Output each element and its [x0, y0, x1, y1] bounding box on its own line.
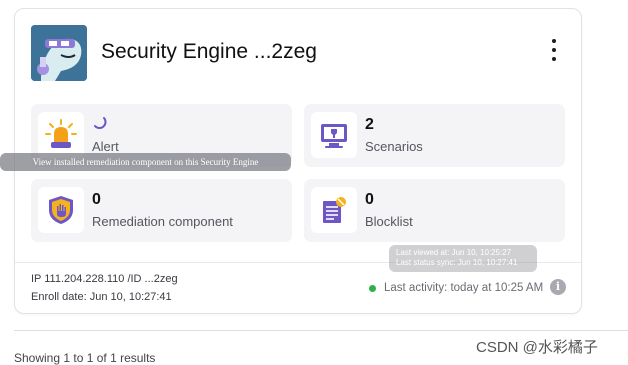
- watermark-text: CSDN @水彩橘子: [476, 339, 598, 356]
- remediation-tooltip: View installed remediation component on …: [0, 153, 291, 171]
- alert-count: [92, 116, 108, 135]
- card-header: Security Engine ...2zeg: [31, 25, 561, 81]
- last-activity-text: Last activity: today at 10:25 AM: [384, 282, 544, 294]
- alarm-siren-icon: [38, 112, 84, 158]
- blocklist-count: 0: [365, 191, 374, 208]
- last-viewed-text: Last viewed at: Jun 10, 10:25:27: [396, 248, 512, 257]
- info-icon[interactable]: i: [550, 279, 566, 295]
- scenarios-count: 2: [365, 116, 374, 133]
- last-activity-status: Last activity: today at 10:25 AM: [369, 282, 543, 294]
- loading-spinner-icon: [94, 117, 107, 129]
- last-status-sync-text: Last status sync: Jun 10, 10:27:41: [396, 258, 518, 267]
- activity-tooltip: Last viewed at: Jun 10, 10:25:27 Last st…: [389, 245, 537, 272]
- engine-enroll-date: Enroll date: Jun 10, 10:27:41: [31, 291, 172, 303]
- remediation-label: Remediation component: [92, 214, 233, 229]
- engine-ip-id: IP 111.204.228.110 /ID ...2zeg: [31, 273, 178, 285]
- scenarios-label: Scenarios: [365, 139, 423, 154]
- blocklist-label: Blocklist: [365, 214, 413, 229]
- alert-label: Alert: [92, 139, 119, 154]
- page-divider: [14, 330, 628, 331]
- remediation-tile[interactable]: 0 Remediation component: [31, 179, 292, 242]
- scenarios-tile[interactable]: 2 Scenarios: [304, 104, 565, 167]
- scenario-monitor-icon: [311, 112, 357, 158]
- engine-title: Security Engine ...2zeg: [101, 40, 317, 63]
- engine-avatar: [31, 25, 87, 81]
- blocklist-document-icon: [311, 187, 357, 233]
- shield-hand-icon: [38, 187, 84, 233]
- remediation-count: 0: [92, 191, 101, 208]
- status-dot-icon: [369, 284, 376, 292]
- more-options-menu-icon[interactable]: [547, 35, 561, 65]
- blocklist-tile[interactable]: 0 Blocklist: [304, 179, 565, 242]
